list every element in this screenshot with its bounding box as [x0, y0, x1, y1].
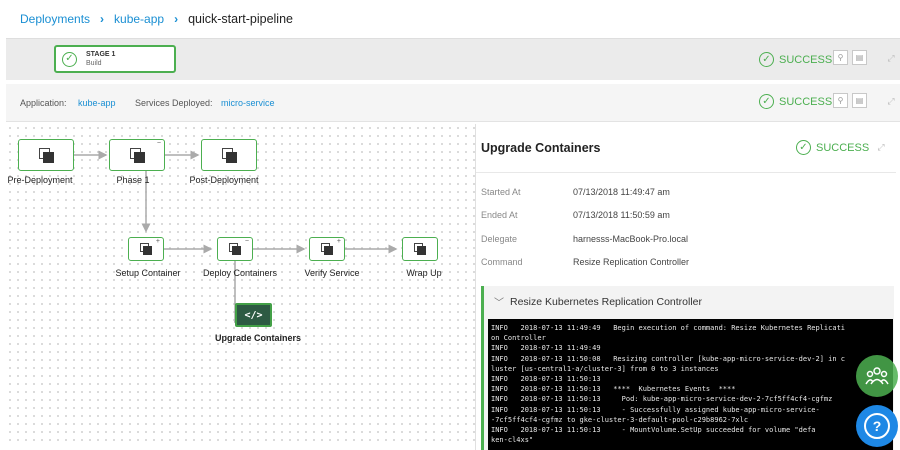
details-status-text: SUCCESS [816, 141, 870, 154]
details-title: Upgrade Containers [481, 141, 601, 155]
detail-key: Ended At [481, 210, 518, 220]
pin-button[interactable]: ⚲ [833, 50, 848, 65]
log-line: INFO 2018-07-13 11:50:13 [491, 375, 601, 384]
log-line: INFO 2018-07-13 11:50:08 Resizing contro… [491, 354, 846, 363]
node-wrap-up[interactable] [402, 237, 438, 261]
node-label: Wrap Up [406, 268, 442, 278]
node-verify-service[interactable]: + [309, 237, 345, 261]
detail-key: Started At [481, 187, 521, 197]
notes-icon: ▤ [855, 96, 864, 105]
breadcrumb-deployments[interactable]: Deployments [20, 12, 90, 26]
collapse-icon[interactable]: − [157, 140, 161, 148]
stage-card[interactable]: ✓ STAGE 1 Build [54, 45, 176, 73]
services-link[interactable]: micro-service [221, 98, 275, 108]
phase-icon [129, 147, 145, 163]
stage-bar: ✓ STAGE 1 Build ✓ SUCCESS ⚲ ▤ ⤢ [6, 38, 900, 80]
chevron-right-icon: › [174, 12, 179, 26]
expand-icon[interactable]: ⤢ [886, 53, 896, 63]
node-label: Upgrade Containers [214, 333, 302, 343]
step-icon [229, 243, 241, 255]
log-line: luster [us-central1-a/cluster-3] from 0 … [491, 364, 719, 373]
node-label: Setup Container [115, 268, 181, 278]
log-panel: ﹀ Resize Kubernetes Replication Controll… [481, 286, 894, 450]
details-status: ✓ SUCCESS [796, 140, 869, 155]
step-icon [140, 243, 152, 255]
step-icon [321, 243, 333, 255]
breadcrumb-app[interactable]: kube-app [114, 12, 164, 26]
log-line: INFO 2018-07-13 11:49:49 Begin execution… [491, 324, 846, 332]
people-group-icon [865, 367, 889, 385]
node-label: Post-Deployment [189, 175, 259, 185]
detail-value: Resize Replication Controller [573, 257, 690, 267]
check-circle-icon: ✓ [759, 52, 774, 67]
stage-status-text: SUCCESS [779, 53, 833, 66]
node-label: Pre-Deployment [7, 175, 73, 185]
pin-icon: ⚲ [837, 53, 844, 62]
stage-label: STAGE 1 [86, 51, 116, 58]
node-deploy-containers[interactable]: − [217, 237, 253, 261]
application-label: Application: [20, 98, 67, 108]
pin-button[interactable]: ⚲ [833, 93, 848, 108]
help-button[interactable]: ? [856, 405, 898, 447]
divider [476, 172, 896, 173]
notes-button[interactable]: ▤ [852, 50, 867, 65]
check-circle-icon: ✓ [796, 140, 811, 155]
log-title: Resize Kubernetes Replication Controller [510, 295, 703, 308]
team-chat-button[interactable] [856, 355, 898, 397]
breadcrumb: Deployments › kube-app › quick-start-pip… [20, 10, 293, 28]
log-line: -7cf5ff4cf4-cgfmz to gke-cluster-3-defau… [491, 415, 749, 424]
stage-name: Build [86, 60, 102, 67]
workflow-canvas[interactable]: Pre-Deployment − Phase 1 Post-Deployment… [6, 124, 475, 444]
detail-value: 07/13/2018 11:50:59 am [573, 210, 670, 220]
log-line: on Controller [491, 334, 546, 343]
log-console[interactable]: INFO 2018-07-13 11:49:49 Begin execution… [488, 319, 893, 450]
node-label: Verify Service [304, 268, 360, 278]
detail-value: 07/13/2018 11:49:47 am [573, 187, 670, 197]
log-line: INFO 2018-07-13 11:50:13 **** Kubernetes… [491, 385, 736, 394]
expand-icon[interactable]: ⤢ [876, 142, 886, 152]
detail-value: harnesss-MacBook-Pro.local [573, 234, 689, 244]
question-mark-icon: ? [864, 413, 890, 439]
chevron-down-icon[interactable]: ﹀ [494, 294, 504, 309]
application-link[interactable]: kube-app [78, 98, 116, 108]
node-label: Deploy Containers [202, 268, 278, 278]
application-info-bar: Application: kube-app Services Deployed:… [6, 84, 900, 122]
notes-button[interactable]: ▤ [852, 93, 867, 108]
check-circle-icon: ✓ [759, 94, 774, 109]
chevron-right-icon: › [100, 12, 105, 26]
check-circle-icon: ✓ [62, 51, 77, 67]
collapse-icon[interactable]: − [245, 238, 249, 246]
services-label: Services Deployed: [135, 98, 213, 108]
log-line: INFO 2018-07-13 11:50:13 Pod: kube-app-m… [491, 395, 833, 404]
phase-icon [38, 147, 54, 163]
log-line: ken-cl4xs" [491, 436, 534, 445]
log-line: INFO 2018-07-13 11:49:49 [491, 344, 601, 353]
log-line: INFO 2018-07-13 11:50:13 - Successfully … [491, 405, 820, 414]
node-post-deployment[interactable] [201, 139, 257, 171]
pin-icon: ⚲ [837, 96, 844, 105]
stage-status: ✓ SUCCESS [759, 52, 832, 67]
detail-key: Delegate [481, 234, 518, 244]
step-icon [414, 243, 426, 255]
node-pre-deployment[interactable] [18, 139, 74, 171]
node-setup-container[interactable]: + [128, 237, 164, 261]
notes-icon: ▤ [855, 53, 864, 62]
node-label: Phase 1 [116, 175, 150, 185]
node-upgrade-containers[interactable]: </> [235, 303, 272, 327]
code-icon: </> [244, 309, 263, 321]
breadcrumb-pipeline: quick-start-pipeline [188, 12, 293, 26]
node-phase-1[interactable]: − [109, 139, 165, 171]
expand-icon[interactable]: ⤢ [886, 96, 896, 106]
detail-key: Command [481, 257, 523, 267]
app-status-text: SUCCESS [779, 95, 833, 108]
workflow-connectors [74, 150, 398, 323]
phase-icon [221, 147, 237, 163]
expand-plus-icon[interactable]: + [337, 238, 341, 246]
log-line: INFO 2018-07-13 11:50:13 - MountVolume.S… [491, 426, 816, 435]
log-header[interactable]: ﹀ Resize Kubernetes Replication Controll… [494, 294, 703, 310]
app-status: ✓ SUCCESS [759, 94, 832, 109]
expand-plus-icon[interactable]: + [156, 238, 160, 246]
details-panel: Upgrade Containers ✓ SUCCESS ⤢ Started A… [476, 124, 900, 450]
